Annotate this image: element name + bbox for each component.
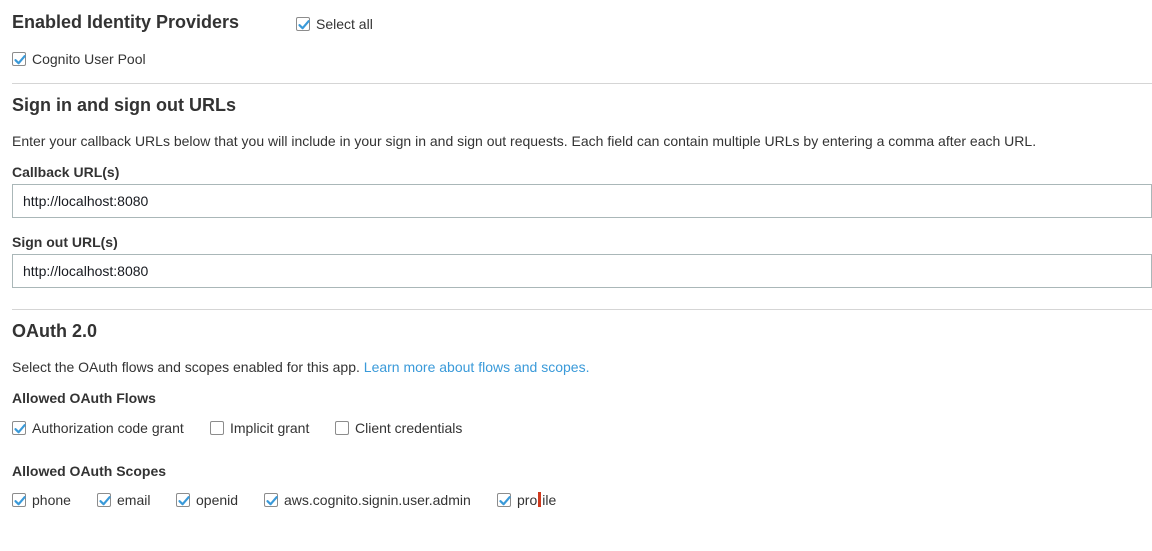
scope-profile-label: pro ile xyxy=(517,491,556,509)
scope-phone-label: phone xyxy=(32,492,71,508)
section-divider xyxy=(12,309,1152,310)
sign-urls-description: Enter your callback URLs below that you … xyxy=(12,133,1037,149)
client-credentials-checkbox[interactable]: Client credentials xyxy=(335,419,462,437)
scope-openid-label: openid xyxy=(196,492,239,508)
checkbox-checked-icon xyxy=(176,493,190,507)
oauth-description: Select the OAuth flows and scopes enable… xyxy=(12,359,360,375)
authorization-code-grant-label: Authorization code grant xyxy=(32,420,184,436)
scope-openid-checkbox[interactable]: openid xyxy=(176,491,238,509)
allowed-oauth-flows-label: Allowed OAuth Flows xyxy=(12,390,156,406)
callback-urls-input[interactable] xyxy=(12,184,1152,218)
allowed-oauth-scopes-label: Allowed OAuth Scopes xyxy=(12,463,167,479)
checkbox-checked-icon xyxy=(296,17,310,31)
checkbox-checked-icon xyxy=(497,493,511,507)
select-all-checkbox[interactable]: Select all xyxy=(296,15,373,33)
scope-profile-label-start: pro xyxy=(517,492,538,508)
text-cursor-icon xyxy=(538,492,542,507)
scope-phone-checkbox[interactable]: phone xyxy=(12,491,71,509)
scope-email-label: email xyxy=(117,492,151,508)
scope-aws-cognito-admin-checkbox[interactable]: aws.cognito.signin.user.admin xyxy=(264,491,471,509)
checkbox-unchecked-icon xyxy=(335,421,349,435)
client-credentials-label: Client credentials xyxy=(355,420,463,436)
implicit-grant-checkbox[interactable]: Implicit grant xyxy=(210,419,309,437)
checkbox-checked-icon xyxy=(12,493,26,507)
learn-more-link[interactable]: Learn more about flows and scopes. xyxy=(364,359,590,375)
scope-email-checkbox[interactable]: email xyxy=(97,491,150,509)
identity-providers-heading: Enabled Identity Providers xyxy=(12,12,240,32)
implicit-grant-label: Implicit grant xyxy=(230,420,310,436)
signout-urls-input[interactable] xyxy=(12,254,1152,288)
section-divider xyxy=(12,83,1152,84)
checkbox-checked-icon xyxy=(97,493,111,507)
checkbox-unchecked-icon xyxy=(210,421,224,435)
oauth-heading: OAuth 2.0 xyxy=(12,321,98,341)
scope-profile-label-end: ile xyxy=(542,492,557,508)
cognito-user-pool-checkbox[interactable]: Cognito User Pool xyxy=(12,50,146,68)
scope-aws-cognito-admin-label: aws.cognito.signin.user.admin xyxy=(284,492,471,508)
checkbox-checked-icon xyxy=(12,52,26,66)
oauth-description-line: Select the OAuth flows and scopes enable… xyxy=(12,358,589,376)
select-all-label: Select all xyxy=(316,16,373,32)
scope-profile-checkbox[interactable]: pro ile xyxy=(497,491,556,509)
authorization-code-grant-checkbox[interactable]: Authorization code grant xyxy=(12,419,184,437)
signout-urls-label: Sign out URL(s) xyxy=(12,234,118,250)
callback-urls-label: Callback URL(s) xyxy=(12,164,120,180)
checkbox-checked-icon xyxy=(12,421,26,435)
sign-urls-heading: Sign in and sign out URLs xyxy=(12,95,236,115)
cognito-user-pool-label: Cognito User Pool xyxy=(32,51,146,67)
checkbox-checked-icon xyxy=(264,493,278,507)
